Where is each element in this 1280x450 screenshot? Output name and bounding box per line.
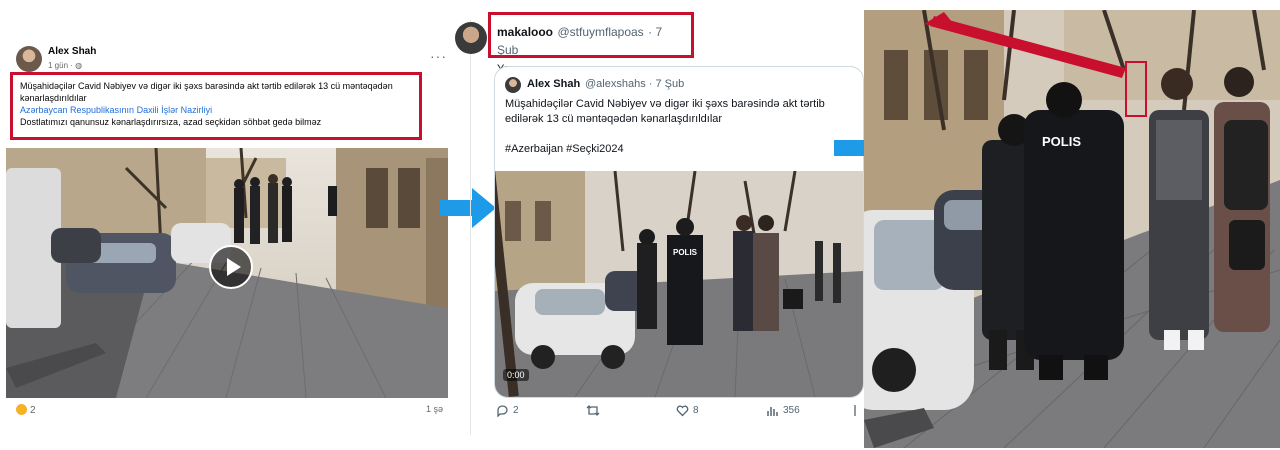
- post-text: Müşahidəçilər Cavid Nəbiyev və digər iki…: [20, 81, 393, 103]
- reaction-count[interactable]: 2: [16, 404, 36, 416]
- avatar[interactable]: [16, 46, 42, 72]
- quoted-tweet[interactable]: Alex Shah @alexshahs · 7 Şub Müşahidəçil…: [494, 66, 864, 398]
- like-icon: [676, 405, 689, 417]
- reply-icon: [497, 405, 508, 417]
- zoomed-photo: POLIS: [864, 10, 1280, 448]
- views-icon: [767, 407, 778, 416]
- quoted-handle: @alexshahs · 7 Şub: [585, 78, 685, 90]
- uniform-label: POLIS: [673, 248, 698, 257]
- more-dots-icon[interactable]: ···: [430, 48, 447, 64]
- post-text-2: Dostlatımızı qanunsuz kənarlaşdırırsıza,…: [20, 117, 322, 127]
- play-icon[interactable]: [209, 245, 253, 289]
- quoted-author: Alex Shah: [527, 78, 581, 90]
- quoted-video[interactable]: POLIS 0:00: [495, 171, 863, 397]
- globe-icon: ◍: [75, 61, 83, 70]
- retweet-icon: [586, 405, 600, 416]
- tweet-actions: 2 8 356: [496, 404, 860, 422]
- video-timer: 0:00: [503, 369, 529, 381]
- like-button[interactable]: 8: [676, 404, 699, 417]
- avatar: [505, 77, 521, 93]
- share-count[interactable]: 1 şə: [426, 404, 443, 414]
- tweet-display-name[interactable]: makalooo: [497, 25, 553, 39]
- divider: [470, 20, 471, 435]
- reply-button[interactable]: 2: [496, 404, 519, 417]
- post-author[interactable]: Alex Shah: [48, 46, 96, 57]
- post-text-highlight: Müşahidəçilər Cavid Nəbiyev və digər iki…: [10, 72, 422, 140]
- ministry-link[interactable]: Azərbaycan Respublikasının Daxili İşlər …: [20, 105, 212, 115]
- avatar[interactable]: [455, 22, 487, 54]
- quoted-hashtags[interactable]: #Azerbaijan #Seçki2024: [505, 143, 624, 155]
- arrow-right-icon: [440, 188, 496, 228]
- facebook-post: Alex Shah 1 gün · ◍ ··· Müşahidəçilər Ca…: [6, 38, 452, 430]
- tweet-header-highlight: makalooo @stfuymflapoas · 7 Şub Yazıq ca…: [488, 12, 694, 75]
- tweet-handle[interactable]: @stfuymflapoas: [557, 25, 643, 39]
- quoted-text: Müşahidəçilər Cavid Nəbiyev və digər iki…: [505, 98, 825, 125]
- post-time[interactable]: 1 gün · ◍: [48, 61, 82, 70]
- sad-emoji-icon: [16, 404, 27, 415]
- retweet-button[interactable]: [586, 404, 600, 417]
- uniform-label: POLIS: [1042, 134, 1081, 149]
- bookmark-icon[interactable]: [854, 404, 860, 417]
- views-button[interactable]: 356: [766, 404, 800, 417]
